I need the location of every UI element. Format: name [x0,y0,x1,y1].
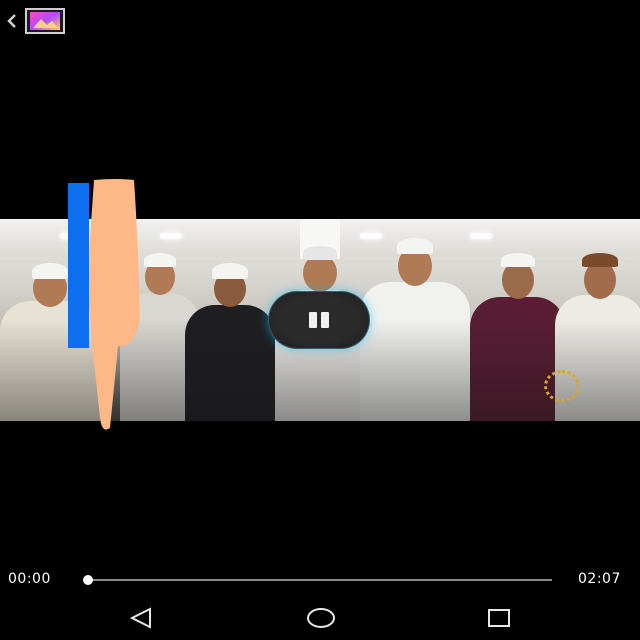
pause-icon [321,312,329,328]
nav-back-icon[interactable] [128,606,154,630]
ceiling-light [160,233,182,239]
pause-icon [309,312,317,328]
seek-thumb[interactable] [83,575,93,585]
top-bar [0,0,640,44]
current-time: 00:00 [8,571,51,587]
nav-recents-icon[interactable] [486,606,512,630]
seek-bar[interactable] [84,579,552,581]
pause-button[interactable] [268,291,370,349]
finger-overlay [88,178,144,434]
total-time: 02:07 [578,571,621,587]
back-chevron-icon[interactable] [2,8,24,34]
ceiling-light [470,233,492,239]
navigation-bar [0,596,640,640]
gallery-thumbnail-icon[interactable] [25,8,65,34]
blue-overlay-bar [68,183,89,348]
broadcaster-logo-icon [544,370,580,402]
nav-home-icon[interactable] [306,606,336,630]
